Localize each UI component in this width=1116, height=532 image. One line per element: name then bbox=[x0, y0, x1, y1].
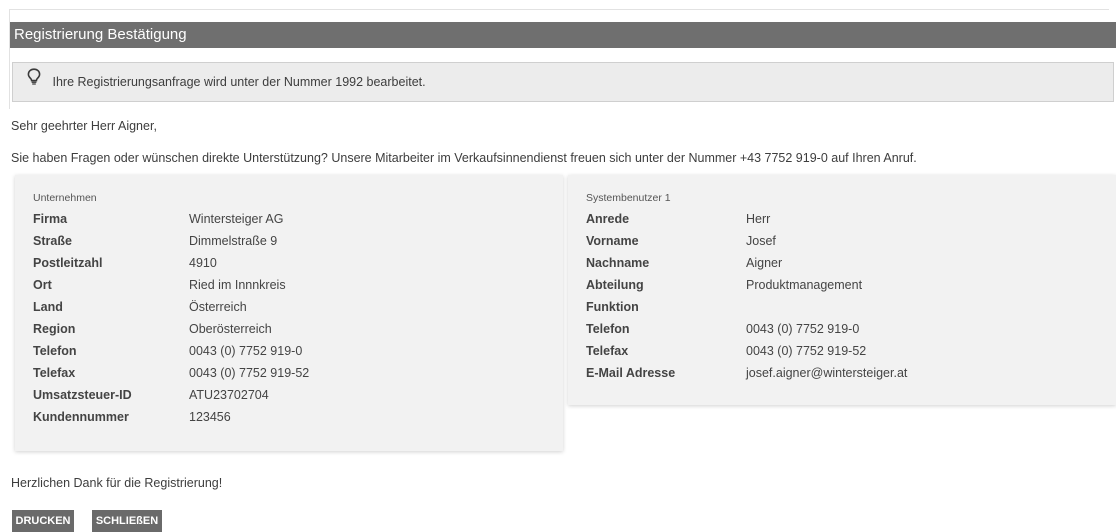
info-notice: Ihre Registrierungsanfrage wird unter de… bbox=[12, 62, 1114, 102]
user-label: Nachname bbox=[586, 256, 650, 270]
print-button[interactable]: DRUCKEN bbox=[12, 510, 74, 532]
user-row: Funktion bbox=[586, 297, 1106, 317]
user-row: Telefon 0043 (0) 7752 919-0 bbox=[586, 319, 1106, 339]
company-label: Telefax bbox=[33, 366, 76, 380]
company-value: 4910 bbox=[189, 256, 217, 270]
company-label: Firma bbox=[33, 212, 68, 226]
user-card: Systembenutzer 1 Anrede Herr Vorname Jos… bbox=[568, 175, 1116, 405]
company-value: ATU23702704 bbox=[189, 388, 269, 402]
user-value: 0043 (0) 7752 919-52 bbox=[746, 344, 867, 358]
user-value: Produktmanagement bbox=[746, 278, 863, 292]
user-label: Vorname bbox=[586, 234, 639, 248]
user-value: Josef bbox=[746, 234, 776, 248]
company-heading: Unternehmen bbox=[33, 192, 97, 204]
dialog-title: Registrierung Bestätigung bbox=[10, 22, 1116, 48]
company-row: Straße Dimmelstraße 9 bbox=[33, 231, 553, 251]
company-row: Umsatzsteuer-ID ATU23702704 bbox=[33, 385, 553, 405]
user-row: E-Mail Adresse josef.aigner@wintersteige… bbox=[586, 363, 1106, 383]
company-value: Ried im Innnkreis bbox=[189, 278, 286, 292]
company-label: Postleitzahl bbox=[33, 256, 103, 270]
company-row: Ort Ried im Innnkreis bbox=[33, 275, 553, 295]
company-card: Unternehmen Firma Wintersteiger AG Straß… bbox=[15, 175, 563, 451]
user-label: Abteilung bbox=[586, 278, 644, 292]
company-row: Telefax 0043 (0) 7752 919-52 bbox=[33, 363, 553, 383]
company-label: Ort bbox=[33, 278, 52, 292]
user-row: Vorname Josef bbox=[586, 231, 1106, 251]
salutation: Sehr geehrter Herr Aigner, bbox=[11, 119, 157, 133]
company-value: Oberösterreich bbox=[189, 322, 272, 336]
user-row: Nachname Aigner bbox=[586, 253, 1106, 273]
company-label: Region bbox=[33, 322, 76, 336]
support-text: Sie haben Fragen oder wünschen direkte U… bbox=[11, 151, 917, 165]
user-label: Telefax bbox=[586, 344, 629, 358]
company-label: Kundennummer bbox=[33, 410, 129, 424]
company-row: Kundennummer 123456 bbox=[33, 407, 553, 427]
company-row: Land Österreich bbox=[33, 297, 553, 317]
user-label: Anrede bbox=[586, 212, 630, 226]
user-label: E-Mail Adresse bbox=[586, 366, 676, 380]
user-label: Funktion bbox=[586, 300, 639, 314]
window-frame-top bbox=[9, 9, 1109, 10]
user-row: Abteilung Produktmanagement bbox=[586, 275, 1106, 295]
user-value: Aigner bbox=[746, 256, 783, 270]
user-value: 0043 (0) 7752 919-0 bbox=[746, 322, 860, 336]
company-row: Firma Wintersteiger AG bbox=[33, 209, 553, 229]
thanks-text: Herzlichen Dank für die Registrierung! bbox=[11, 476, 223, 490]
company-value: Dimmelstraße 9 bbox=[189, 234, 278, 248]
user-value[interactable]: josef.aigner@wintersteiger.at bbox=[746, 363, 907, 383]
user-row: Telefax 0043 (0) 7752 919-52 bbox=[586, 341, 1106, 361]
user-value: Herr bbox=[746, 212, 771, 226]
company-value: Österreich bbox=[189, 300, 247, 314]
company-label: Umsatzsteuer-ID bbox=[33, 388, 132, 402]
lightbulb-icon bbox=[27, 62, 41, 100]
notice-text: Ihre Registrierungsanfrage wird unter de… bbox=[52, 75, 426, 89]
company-value: 0043 (0) 7752 919-52 bbox=[189, 366, 310, 380]
user-heading: Systembenutzer 1 bbox=[586, 192, 671, 204]
company-row: Region Oberösterreich bbox=[33, 319, 553, 339]
company-label: Straße bbox=[33, 234, 72, 248]
user-label: Telefon bbox=[586, 322, 630, 336]
company-value: 123456 bbox=[189, 410, 231, 424]
user-row: Anrede Herr bbox=[586, 209, 1106, 229]
company-value: Wintersteiger AG bbox=[189, 212, 284, 226]
close-button[interactable]: SCHLIEßEN bbox=[92, 510, 162, 532]
company-value: 0043 (0) 7752 919-0 bbox=[189, 344, 303, 358]
company-row: Postleitzahl 4910 bbox=[33, 253, 553, 273]
company-row: Telefon 0043 (0) 7752 919-0 bbox=[33, 341, 553, 361]
company-label: Land bbox=[33, 300, 63, 314]
company-label: Telefon bbox=[33, 344, 77, 358]
